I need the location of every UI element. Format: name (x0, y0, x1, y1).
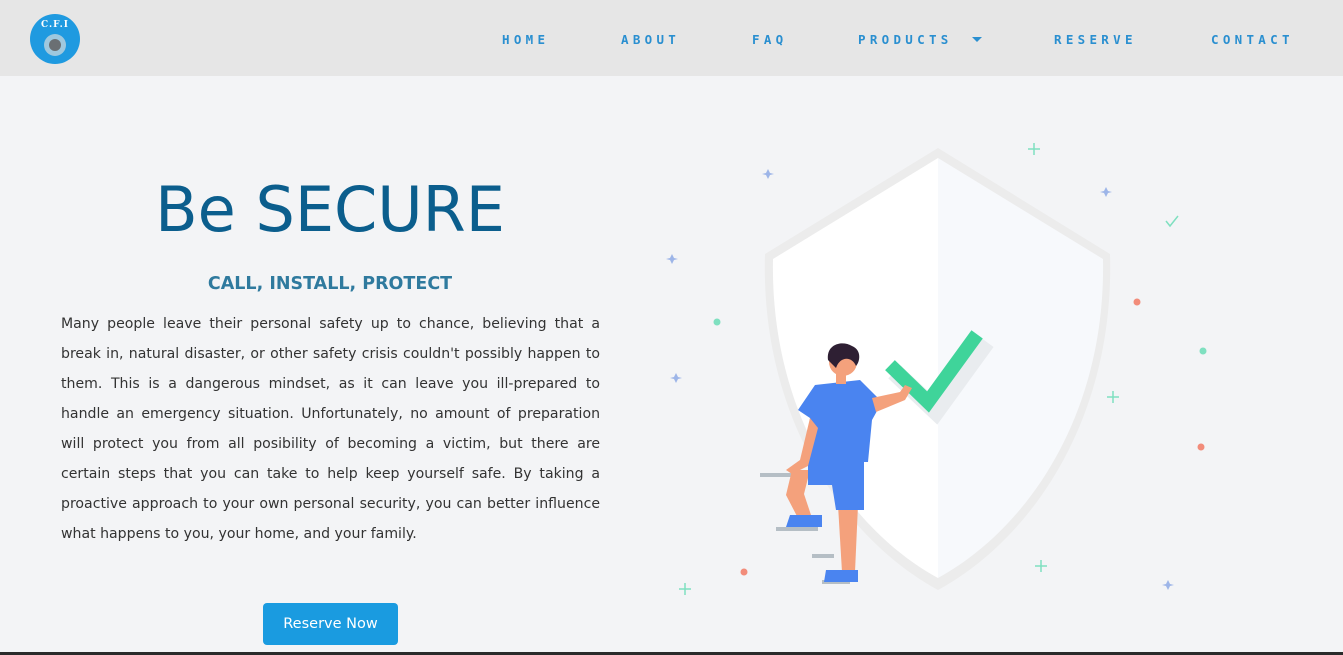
step (812, 554, 834, 558)
caret-down-icon[interactable] (972, 37, 982, 42)
navbar: C.F.I HOME ABOUT FAQ PRODUCTS RESERVE CO… (0, 0, 1343, 76)
shoe (824, 570, 858, 582)
nav-reserve[interactable]: RESERVE (1054, 32, 1137, 48)
shoe (786, 515, 822, 527)
nav-home[interactable]: HOME (502, 32, 549, 48)
logo[interactable]: C.F.I (30, 14, 80, 64)
security-shield-illustration (666, 143, 1207, 595)
hero-title: Be SECURE (155, 173, 505, 246)
hero-description: Many people leave their personal safety … (61, 316, 600, 542)
step (760, 473, 792, 477)
logo-text: C.F.I (41, 20, 69, 30)
hero-subtitle: CALL, INSTALL, PROTECT (207, 274, 453, 294)
step (776, 527, 818, 531)
nav-contact[interactable]: CONTACT (1211, 32, 1294, 48)
nav-products[interactable]: PRODUCTS (858, 32, 953, 48)
camera-lens-center (49, 39, 61, 51)
nav-faq[interactable]: FAQ (752, 32, 787, 48)
reserve-now-button[interactable]: Reserve Now (263, 603, 398, 645)
nav-about[interactable]: ABOUT (621, 32, 680, 48)
